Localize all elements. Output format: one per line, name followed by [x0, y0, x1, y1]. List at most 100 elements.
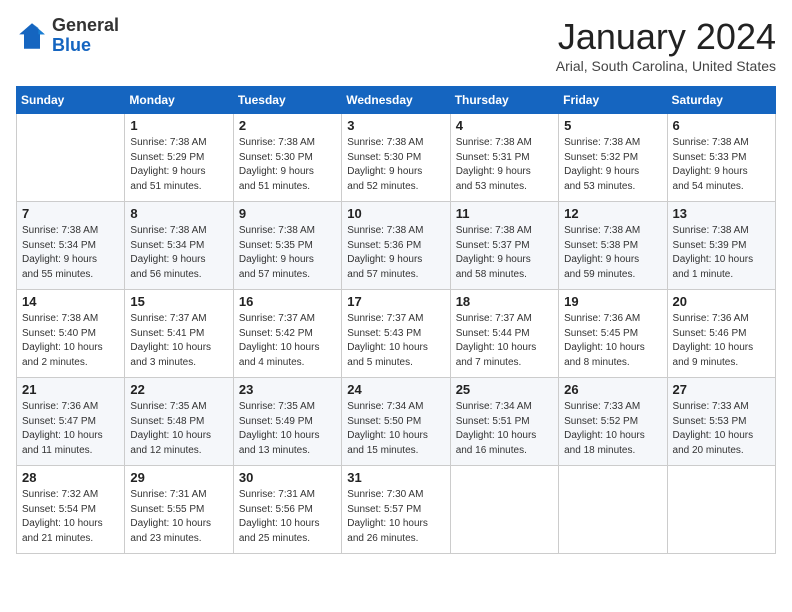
calendar-cell: 9 Sunrise: 7:38 AM Sunset: 5:35 PM Daylig… — [233, 202, 341, 290]
day-number: 24 — [347, 382, 444, 397]
calendar-cell: 28Sunrise: 7:32 AM Sunset: 5:54 PM Dayli… — [17, 466, 125, 554]
day-info: Sunrise: 7:32 AM Sunset: 5:54 PM Dayligh… — [22, 488, 119, 546]
calendar-cell: 26 Sunrise: 7:33 AM Sunset: 5:52 PM Dayli… — [559, 378, 667, 466]
calendar-cell: 5 Sunrise: 7:38 AM Sunset: 5:32 PM Daylig… — [559, 114, 667, 202]
day-info: Sunrise: 7:38 AM Sunset: 5:40 PM Dayligh… — [22, 312, 119, 370]
calendar-cell: 30Sunrise: 7:31 AM Sunset: 5:56 PM Dayli… — [233, 466, 341, 554]
day-info: Sunrise: 7:38 AM Sunset: 5:35 PM Dayligh… — [239, 224, 336, 282]
day-number: 12 — [564, 206, 661, 221]
calendar-cell: 31 Sunrise: 7:30 AM Sunset: 5:57 PM Dayli… — [342, 466, 450, 554]
calendar-cell: 29 Sunrise: 7:31 AM Sunset: 5:55 PM Dayli… — [125, 466, 233, 554]
calendar-cell: 1 Sunrise: 7:38 AM Sunset: 5:29 PM Daylig… — [125, 114, 233, 202]
day-number: 22 — [130, 382, 227, 397]
day-info: Sunrise: 7:38 AM Sunset: 5:32 PM Dayligh… — [564, 136, 661, 194]
header-sunday: Sunday — [17, 87, 125, 114]
day-info: Sunrise: 7:38 AM Sunset: 5:37 PM Dayligh… — [456, 224, 553, 282]
calendar-cell: 14 Sunrise: 7:38 AM Sunset: 5:40 PM Dayli… — [17, 290, 125, 378]
calendar-week-3: 14 Sunrise: 7:38 AM Sunset: 5:40 PM Dayli… — [17, 290, 776, 378]
day-number: 29 — [130, 470, 227, 485]
month-title: January 2024 — [556, 16, 776, 58]
calendar-cell: 19 Sunrise: 7:36 AM Sunset: 5:45 PM Dayli… — [559, 290, 667, 378]
header-monday: Monday — [125, 87, 233, 114]
logo: General Blue — [16, 16, 119, 56]
day-number: 7 — [22, 206, 119, 221]
day-info: Sunrise: 7:31 AM Sunset: 5:55 PM Dayligh… — [130, 488, 227, 546]
header-thursday: Thursday — [450, 87, 558, 114]
day-info: Sunrise: 7:35 AM Sunset: 5:49 PM Dayligh… — [239, 400, 336, 458]
calendar-cell: 13Sunrise: 7:38 AM Sunset: 5:39 PM Dayli… — [667, 202, 775, 290]
day-number: 15 — [130, 294, 227, 309]
day-number: 9 — [239, 206, 336, 221]
day-info: Sunrise: 7:38 AM Sunset: 5:30 PM Dayligh… — [239, 136, 336, 194]
day-number: 23 — [239, 382, 336, 397]
day-info: Sunrise: 7:34 AM Sunset: 5:51 PM Dayligh… — [456, 400, 553, 458]
calendar-week-1: 1 Sunrise: 7:38 AM Sunset: 5:29 PM Daylig… — [17, 114, 776, 202]
day-number: 17 — [347, 294, 444, 309]
day-info: Sunrise: 7:38 AM Sunset: 5:34 PM Dayligh… — [22, 224, 119, 282]
day-number: 11 — [456, 206, 553, 221]
day-info: Sunrise: 7:38 AM Sunset: 5:38 PM Dayligh… — [564, 224, 661, 282]
calendar-table: SundayMondayTuesdayWednesdayThursdayFrid… — [16, 86, 776, 554]
day-info: Sunrise: 7:35 AM Sunset: 5:48 PM Dayligh… — [130, 400, 227, 458]
day-info: Sunrise: 7:36 AM Sunset: 5:46 PM Dayligh… — [673, 312, 770, 370]
day-number: 1 — [130, 118, 227, 133]
day-info: Sunrise: 7:31 AM Sunset: 5:56 PM Dayligh… — [239, 488, 336, 546]
calendar-cell: 21 Sunrise: 7:36 AM Sunset: 5:47 PM Dayli… — [17, 378, 125, 466]
day-number: 21 — [22, 382, 119, 397]
day-info: Sunrise: 7:38 AM Sunset: 5:30 PM Dayligh… — [347, 136, 444, 194]
calendar-cell: 22 Sunrise: 7:35 AM Sunset: 5:48 PM Dayli… — [125, 378, 233, 466]
day-info: Sunrise: 7:36 AM Sunset: 5:47 PM Dayligh… — [22, 400, 119, 458]
day-info: Sunrise: 7:30 AM Sunset: 5:57 PM Dayligh… — [347, 488, 444, 546]
day-info: Sunrise: 7:38 AM Sunset: 5:31 PM Dayligh… — [456, 136, 553, 194]
day-info: Sunrise: 7:37 AM Sunset: 5:44 PM Dayligh… — [456, 312, 553, 370]
day-number: 20 — [673, 294, 770, 309]
calendar-cell — [450, 466, 558, 554]
day-info: Sunrise: 7:37 AM Sunset: 5:41 PM Dayligh… — [130, 312, 227, 370]
day-info: Sunrise: 7:37 AM Sunset: 5:42 PM Dayligh… — [239, 312, 336, 370]
calendar-cell: 10Sunrise: 7:38 AM Sunset: 5:36 PM Dayli… — [342, 202, 450, 290]
calendar-header-row: SundayMondayTuesdayWednesdayThursdayFrid… — [17, 87, 776, 114]
day-number: 19 — [564, 294, 661, 309]
day-number: 5 — [564, 118, 661, 133]
day-info: Sunrise: 7:38 AM Sunset: 5:29 PM Dayligh… — [130, 136, 227, 194]
calendar-cell: 27Sunrise: 7:33 AM Sunset: 5:53 PM Dayli… — [667, 378, 775, 466]
header-saturday: Saturday — [667, 87, 775, 114]
day-info: Sunrise: 7:38 AM Sunset: 5:34 PM Dayligh… — [130, 224, 227, 282]
calendar-cell: 24Sunrise: 7:34 AM Sunset: 5:50 PM Dayli… — [342, 378, 450, 466]
day-number: 4 — [456, 118, 553, 133]
day-info: Sunrise: 7:37 AM Sunset: 5:43 PM Dayligh… — [347, 312, 444, 370]
day-number: 13 — [673, 206, 770, 221]
day-number: 18 — [456, 294, 553, 309]
calendar-cell: 25Sunrise: 7:34 AM Sunset: 5:51 PM Dayli… — [450, 378, 558, 466]
day-info: Sunrise: 7:38 AM Sunset: 5:36 PM Dayligh… — [347, 224, 444, 282]
calendar-cell: 18 Sunrise: 7:37 AM Sunset: 5:44 PM Dayli… — [450, 290, 558, 378]
calendar-cell: 6Sunrise: 7:38 AM Sunset: 5:33 PM Daylig… — [667, 114, 775, 202]
day-number: 2 — [239, 118, 336, 133]
logo-general-text: General — [52, 15, 119, 35]
calendar-cell: 23 Sunrise: 7:35 AM Sunset: 5:49 PM Dayli… — [233, 378, 341, 466]
calendar-cell — [667, 466, 775, 554]
calendar-cell: 2 Sunrise: 7:38 AM Sunset: 5:30 PM Daylig… — [233, 114, 341, 202]
logo-icon — [16, 20, 48, 52]
calendar-cell — [559, 466, 667, 554]
day-number: 14 — [22, 294, 119, 309]
day-number: 8 — [130, 206, 227, 221]
header-tuesday: Tuesday — [233, 87, 341, 114]
day-info: Sunrise: 7:38 AM Sunset: 5:33 PM Dayligh… — [673, 136, 770, 194]
header-friday: Friday — [559, 87, 667, 114]
day-number: 3 — [347, 118, 444, 133]
calendar-cell: 12 Sunrise: 7:38 AM Sunset: 5:38 PM Dayli… — [559, 202, 667, 290]
day-info: Sunrise: 7:33 AM Sunset: 5:53 PM Dayligh… — [673, 400, 770, 458]
calendar-cell: 3 Sunrise: 7:38 AM Sunset: 5:30 PM Daylig… — [342, 114, 450, 202]
day-number: 26 — [564, 382, 661, 397]
calendar-cell: 20 Sunrise: 7:36 AM Sunset: 5:46 PM Dayli… — [667, 290, 775, 378]
day-number: 16 — [239, 294, 336, 309]
day-info: Sunrise: 7:33 AM Sunset: 5:52 PM Dayligh… — [564, 400, 661, 458]
calendar-cell — [17, 114, 125, 202]
day-info: Sunrise: 7:36 AM Sunset: 5:45 PM Dayligh… — [564, 312, 661, 370]
calendar-cell: 16 Sunrise: 7:37 AM Sunset: 5:42 PM Dayli… — [233, 290, 341, 378]
day-number: 31 — [347, 470, 444, 485]
logo-blue-text: Blue — [52, 35, 91, 55]
page-header: General Blue January 2024 Arial, South C… — [16, 16, 776, 74]
calendar-cell: 7 Sunrise: 7:38 AM Sunset: 5:34 PM Daylig… — [17, 202, 125, 290]
